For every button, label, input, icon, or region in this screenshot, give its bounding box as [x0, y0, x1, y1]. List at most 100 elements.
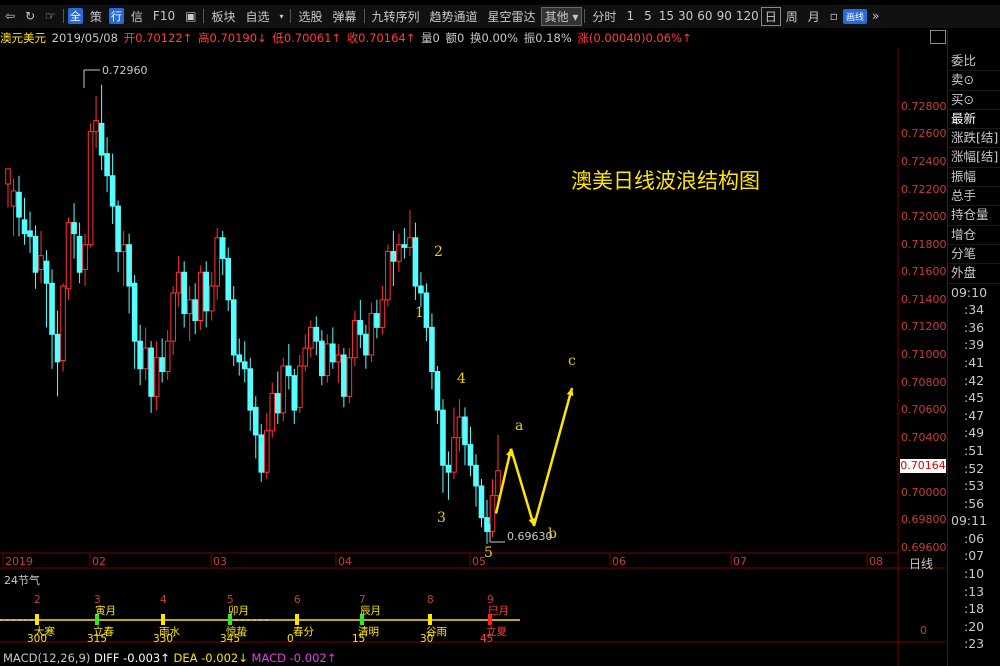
candle-down [247, 368, 254, 411]
macd-label[interactable]: MACD(12,26,9) [3, 651, 90, 665]
field-commission-ratio[interactable]: 委比 [948, 52, 1000, 72]
field-change[interactable]: 涨跌[结] [948, 129, 1000, 149]
open-price: 开0.70122↑ [123, 31, 193, 45]
toolbar-item-other[interactable]: 其他 ▾ [540, 6, 583, 26]
period-label[interactable]: 日线 [909, 555, 933, 572]
toolbar-item-strategy[interactable]: 策 [85, 8, 107, 25]
tick-time: :18 [964, 601, 985, 617]
tick-time: :39 [964, 337, 985, 353]
period-30[interactable]: 30 [676, 9, 695, 23]
solar-term-degree: 0 [287, 633, 294, 645]
candle-down [319, 340, 325, 377]
period-5[interactable]: 5 [639, 9, 657, 23]
period-15[interactable]: 15 [657, 9, 676, 23]
more-icon[interactable]: » [867, 9, 884, 23]
y-axis-tick-label: 0.70800 [901, 375, 947, 389]
quote-info-bar: 澳元美元 2019/05/08 开0.70122↑ 高0.70190↓ 低0.7… [0, 30, 930, 48]
candle-down [109, 175, 116, 207]
dropdown-arrow-icon[interactable]: ▾ [274, 12, 288, 21]
candle-down [148, 347, 154, 397]
tick-time: :13 [964, 583, 985, 599]
toolbar-item-td-sequence[interactable]: 九转序列 [367, 8, 425, 25]
field-outer-volume[interactable]: 外盘 [948, 264, 1000, 284]
draw-line-button[interactable]: 画线 [842, 8, 867, 24]
symbol-name[interactable]: 澳元美元 [0, 31, 46, 45]
toolbar-item-trend-channel[interactable]: 趋势通道 [425, 8, 483, 25]
toolbar-item-info[interactable]: 信 [126, 8, 148, 25]
solar-term-title: 24节气 [4, 574, 40, 587]
candle-up [142, 347, 149, 370]
field-ask[interactable]: 卖⊙ [948, 71, 1000, 91]
toolbar-item-screener[interactable]: 选股 [293, 8, 327, 25]
panel-toggle-icon[interactable] [930, 30, 946, 44]
candle-down [401, 244, 408, 248]
divider [62, 9, 64, 23]
y-axis-tick-label: 0.72000 [901, 210, 947, 224]
solar-term-degree: 15 [352, 633, 366, 645]
toolbar-item-quote[interactable]: 行 [108, 8, 124, 24]
field-bid[interactable]: 买⊙ [948, 91, 1000, 110]
refresh-icon[interactable]: ↻ [20, 9, 40, 23]
solar-term-index: 8 [427, 594, 434, 606]
candlestick-chart[interactable] [0, 48, 946, 666]
period-weekly[interactable]: 周 [781, 8, 803, 25]
tick-time: :10 [964, 566, 985, 582]
period-monthly[interactable]: 月 [803, 8, 825, 25]
candle-down [274, 393, 281, 414]
candle-up [93, 120, 99, 133]
candle-up [120, 244, 127, 253]
period-120[interactable]: 120 [734, 9, 761, 23]
y-axis-tick-label: 0.72200 [901, 182, 947, 196]
divider [290, 9, 292, 23]
macd-value: MACD -0.002↑ [251, 651, 337, 665]
period-90[interactable]: 90 [715, 9, 734, 23]
candle-up [379, 299, 386, 328]
field-ticks[interactable]: 分笔 [948, 245, 1000, 265]
solar-term-value: 0 [920, 624, 927, 637]
more-periods-icon[interactable]: ▫ [825, 9, 843, 23]
field-amplitude[interactable]: 振幅 [948, 168, 1000, 188]
toolbar-item-f10[interactable]: F10 [148, 9, 180, 23]
candle-up [197, 271, 204, 322]
candle-up [308, 326, 314, 349]
candle-down [16, 191, 22, 218]
hand-icon[interactable]: ☞ [40, 9, 61, 23]
tick-time: :56 [964, 495, 985, 511]
solar-term-degree: 300 [27, 633, 48, 645]
y-axis-tick-label: 0.71600 [901, 265, 947, 279]
toolbar-item-watchlist[interactable]: 自选 [240, 8, 274, 25]
field-latest[interactable]: 最新 [948, 110, 1000, 130]
low-price-label: 0.69630 [507, 530, 553, 543]
candle-down [76, 235, 83, 273]
back-icon[interactable]: ⇦ [0, 9, 20, 23]
tick-time: :49 [964, 425, 985, 441]
window-icon[interactable]: ▣ [180, 9, 201, 23]
other-label: 其他 [544, 9, 569, 24]
candle-up [170, 292, 176, 342]
period-1[interactable]: 1 [621, 9, 639, 23]
tick-time: :41 [964, 354, 985, 370]
toolbar-item-sector[interactable]: 板块 [206, 8, 240, 25]
toolbar-item-danmaku[interactable]: 弹幕 [328, 8, 362, 25]
field-change-pct[interactable]: 涨幅[结] [948, 148, 1000, 168]
candle-down [374, 313, 380, 328]
toolbar-item-all[interactable]: 全 [67, 8, 83, 24]
period-60[interactable]: 60 [695, 9, 714, 23]
period-intraday[interactable]: 分时 [587, 8, 621, 25]
toolbar-item-radar[interactable]: 星空雷达 [483, 8, 541, 25]
candle-down [225, 257, 232, 301]
tick-time: :42 [964, 372, 985, 388]
solar-month-label: 辰月 [360, 605, 381, 617]
field-total-volume[interactable]: 总手 [948, 187, 1000, 207]
candle-up [153, 357, 160, 397]
field-oi-change[interactable]: 增仓 [948, 226, 1000, 245]
solar-month-label: 卯月 [228, 605, 249, 617]
candle-down [252, 406, 259, 436]
period-daily[interactable]: 日 [760, 6, 781, 26]
candle-up [164, 340, 171, 373]
candle-up [60, 285, 66, 361]
x-axis-tick-label: 06 [612, 555, 626, 568]
field-open-interest[interactable]: 持仓量 [948, 206, 1000, 226]
candle-up [280, 365, 287, 414]
volume: 量0 [421, 31, 440, 45]
